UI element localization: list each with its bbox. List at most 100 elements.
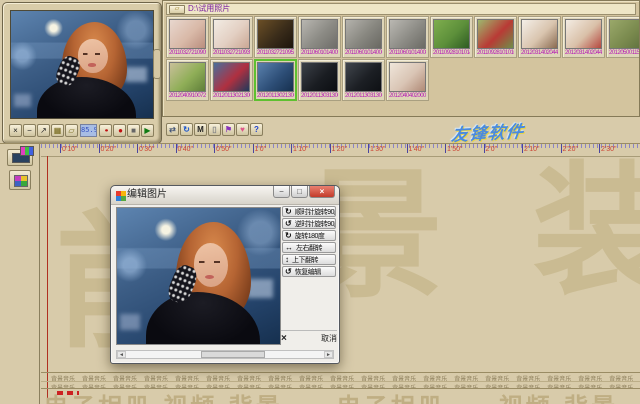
thumbnail[interactable]: 20120404020002	[386, 59, 429, 101]
thumbnail-caption: 20120409100728	[169, 92, 206, 100]
thumbnail-image	[213, 19, 250, 49]
scrollbar-thumb[interactable]	[201, 351, 264, 358]
preview-window: × − ↗ ▦ ▱ 85.9mm 00:01 •• ● ■ ▶	[2, 2, 162, 144]
ruler-label: 2'10"	[524, 146, 540, 153]
thumbnail[interactable]: 20110601014006	[342, 16, 385, 58]
thumbnail[interactable]: 20110601014008	[386, 16, 429, 58]
thumbnail-caption: 20120404020002	[389, 92, 426, 100]
thumbnail-caption: 20120500115811	[609, 49, 639, 57]
ruler-tick	[445, 144, 446, 153]
mark-button[interactable]: M	[194, 123, 207, 136]
folder-path: D:\试用照片	[188, 4, 230, 14]
dialog-button-label: 顺时针旋转90度	[295, 207, 336, 217]
blank-button[interactable]: ▯	[208, 123, 221, 136]
ruler-tick	[599, 144, 600, 153]
horizontal-scrollbar[interactable]: ◄ ►	[116, 350, 334, 359]
record-button[interactable]: ●	[113, 124, 126, 137]
ruler-tick	[291, 144, 292, 153]
thumbnail-image	[609, 19, 639, 49]
thumbnail-image	[301, 19, 338, 49]
photo-face	[194, 243, 228, 287]
thumb-row-2: 20120409100728 20120113021300 201201130213…	[166, 59, 639, 101]
dialog-button-label: 逆时针旋转90度	[295, 219, 336, 229]
rotate-ccw-90-button[interactable]: ↺逆时针旋转90度	[282, 218, 336, 229]
thumbnail[interactable]: 20120314020443	[562, 16, 605, 58]
thumbnail[interactable]: 20120314020442	[518, 16, 561, 58]
thumbnail-caption: 20120113031300	[301, 92, 338, 100]
cancel-button[interactable]: 取消	[321, 334, 337, 344]
folder-icon[interactable]: ▱	[65, 124, 78, 137]
image-icon[interactable]: ▦	[51, 124, 64, 137]
ruler-tick	[407, 144, 408, 153]
ruler-label: 0'10"	[62, 146, 78, 153]
rotate-180-button[interactable]: ↻旋转180度	[282, 230, 336, 241]
thumbnail[interactable]: 20110327210953	[254, 16, 297, 58]
ruler-label: 2'0"	[486, 146, 498, 153]
dialog-close-button[interactable]: ×	[309, 186, 335, 198]
ruler-tick	[60, 144, 61, 153]
dialog-maximize-button[interactable]: □	[291, 186, 308, 198]
thumbnail[interactable]: 20110928101016	[474, 16, 517, 58]
thumbnail-image	[565, 19, 602, 49]
thumbnail-caption: 20110601014006	[345, 49, 382, 57]
thumbnail-image	[433, 19, 470, 49]
stop-button[interactable]: ■	[127, 124, 140, 137]
thumbnail[interactable]: 20110601014005	[298, 16, 341, 58]
thumbnail[interactable]: 20120113021300	[210, 59, 253, 101]
favorite-button[interactable]: ♥	[236, 123, 249, 136]
thumbnail-selected[interactable]: 20120113021306	[254, 59, 297, 101]
ruler-tick	[253, 144, 254, 153]
thumbnail[interactable]: 20120113031300	[298, 59, 341, 101]
thumbnail-caption: 20110601014008	[389, 49, 426, 57]
flip-vertical-button[interactable]: ↕上下翻转	[282, 254, 336, 265]
ruler-tick	[214, 144, 215, 153]
rotate-cw-90-button[interactable]: ↻顺时针旋转90度	[282, 206, 336, 217]
open-folder-icon[interactable]: ▱	[169, 5, 185, 14]
rotate-ccw-90-icon: ↺	[285, 219, 292, 228]
transfer-button[interactable]: ⇄	[166, 123, 179, 136]
play-button[interactable]: ▶	[141, 124, 154, 137]
rotate-button[interactable]: ↻	[180, 123, 193, 136]
thumbnail[interactable]: 20120113031306	[342, 59, 385, 101]
ruler-tick	[330, 144, 331, 153]
scrollbar-track[interactable]	[126, 351, 324, 358]
app-window: × − ↗ ▦ ▱ 85.9mm 00:01 •• ● ■ ▶ ▱ D:\试用照…	[0, 0, 640, 404]
ruler-label: 1'0"	[255, 146, 267, 153]
palette-button[interactable]	[9, 170, 31, 190]
edit-image-dialog: 编辑图片 − □ × ↻顺时针旋转90度↺逆时针旋转90度↻旋转180度↔左右翻…	[110, 185, 340, 364]
time-display: 85.9mm 00:01	[80, 124, 97, 137]
thumbnail-caption: 20120113021306	[257, 92, 294, 100]
photo-highlight	[247, 279, 273, 298]
help-button[interactable]: ?	[250, 123, 263, 136]
thumbnail[interactable]: 20110327210935	[210, 16, 253, 58]
minimize-button[interactable]: −	[23, 124, 36, 137]
editor-sidebar	[0, 144, 40, 404]
scroll-right-icon[interactable]: ►	[324, 351, 333, 358]
restore-edit-button[interactable]: ↺恢复编辑	[282, 266, 336, 277]
dialog-minimize-button[interactable]: −	[273, 186, 290, 198]
media-browser: ▱ D:\试用照片 201103272109052011032721093520…	[162, 0, 640, 117]
dialog-titlebar[interactable]: 编辑图片 − □ ×	[111, 186, 339, 205]
flip-horizontal-button[interactable]: ↔左右翻转	[282, 242, 336, 253]
playhead-line[interactable]	[47, 156, 48, 404]
dialog-button-label: 恢复编辑	[295, 267, 321, 277]
dialog-buttons: ↻顺时针旋转90度↺逆时针旋转90度↻旋转180度↔左右翻转↕上下翻转↺恢复编辑	[282, 206, 336, 278]
scroll-left-icon[interactable]: ◄	[117, 351, 126, 358]
thumbnail[interactable]: 20110327210905	[166, 16, 209, 58]
ruler-label: 2'30"	[601, 146, 617, 153]
rewind-button[interactable]: ••	[99, 124, 112, 137]
pen-icon[interactable]: ↗	[37, 124, 50, 137]
timeline-start-marker[interactable]	[20, 146, 34, 156]
thumbnail-caption: 20120113021300	[213, 92, 250, 100]
thumbnail-image	[521, 19, 558, 49]
thumbnail[interactable]: 20120409100728	[166, 59, 209, 101]
mini-toolbar: ⇄↻M▯⚑♥?	[166, 123, 263, 136]
dialog-app-icon	[116, 191, 121, 196]
ruler-tick	[99, 144, 100, 153]
flag-button[interactable]: ⚑	[222, 123, 235, 136]
thumbnail[interactable]: 20110928101014	[430, 16, 473, 58]
close-button[interactable]: ×	[9, 124, 22, 137]
brand-logo: 友锋软件	[450, 117, 526, 146]
ruler-tick	[522, 144, 523, 153]
thumbnail[interactable]: 20120500115811	[606, 16, 639, 58]
